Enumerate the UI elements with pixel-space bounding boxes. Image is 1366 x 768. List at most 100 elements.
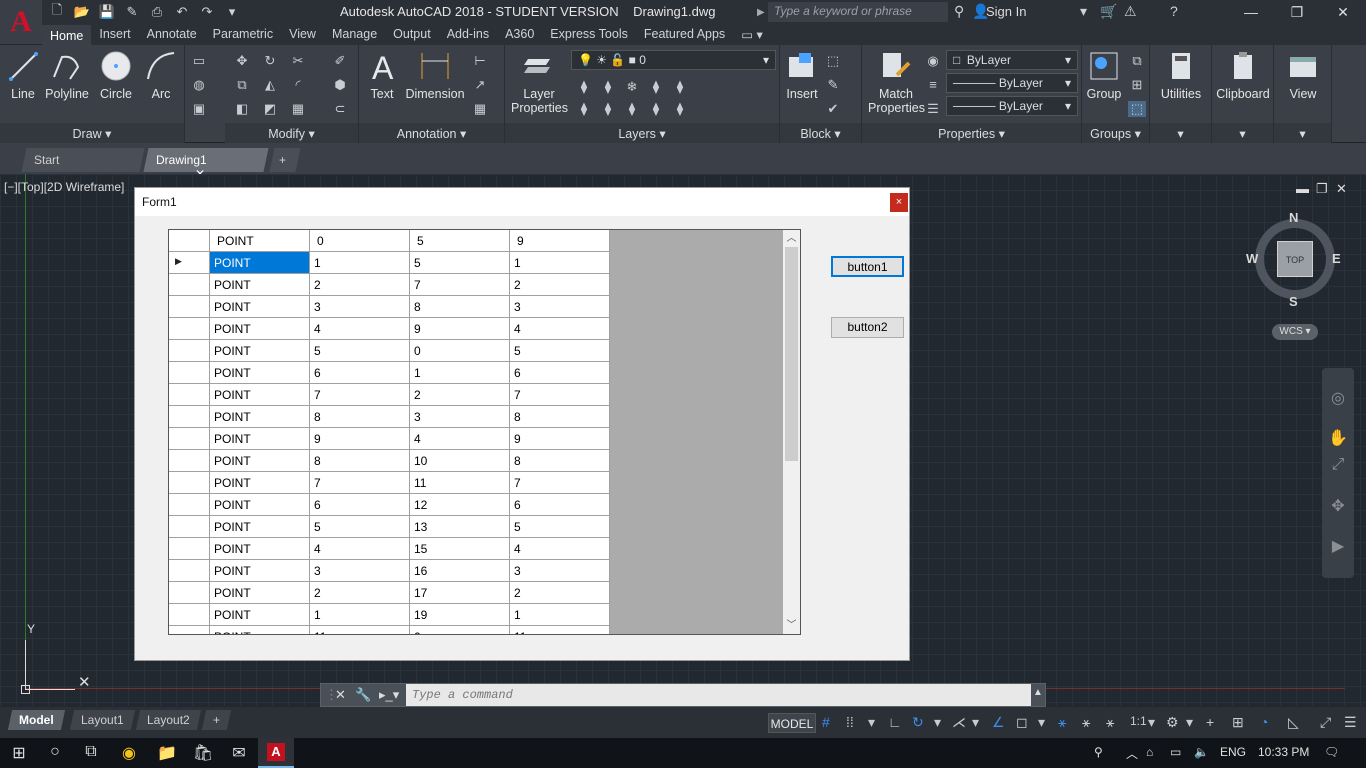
- data-grid[interactable]: POINT 0 5 9 ▶ POINT 1 5 1 POINT 2 7 2 POINT 3 8 3 POI…: [168, 229, 801, 635]
- mail-icon[interactable]: ✉: [228, 743, 250, 763]
- scroll-up-icon[interactable]: ︿: [783, 230, 800, 247]
- line-button[interactable]: Line: [6, 49, 40, 101]
- isodraft-icon[interactable]: ⋌: [952, 714, 966, 731]
- exchange-icon[interactable]: ⚠: [1124, 3, 1137, 20]
- utilities-expand[interactable]: ▾: [1150, 123, 1211, 143]
- grid-cell[interactable]: 1: [310, 252, 410, 274]
- form1-close-button[interactable]: ×: [890, 193, 908, 212]
- row-header[interactable]: [169, 340, 210, 362]
- grid-cell[interactable]: 4: [310, 538, 410, 560]
- grid-cell[interactable]: 3: [410, 406, 510, 428]
- grid-cell[interactable]: 15: [410, 538, 510, 560]
- grid-cell[interactable]: 3: [310, 296, 410, 318]
- binoculars-icon[interactable]: ⚲: [954, 3, 964, 20]
- annotation-panel-title[interactable]: Annotation ▾: [359, 123, 504, 143]
- viewport-restore-icon[interactable]: ❐: [1316, 181, 1328, 197]
- group-edit-icon[interactable]: ⊞: [1128, 77, 1146, 93]
- create-block-icon[interactable]: ⬚: [824, 53, 842, 69]
- grid-cell[interactable]: 2: [510, 582, 610, 604]
- grid-cell[interactable]: 7: [510, 384, 610, 406]
- new-tab-button[interactable]: +: [269, 148, 301, 172]
- rectangle-icon[interactable]: ▭: [190, 53, 208, 69]
- scroll-down-icon[interactable]: ﹀: [783, 617, 800, 634]
- text-button[interactable]: A Text: [367, 49, 397, 101]
- ungroup-icon[interactable]: ⧉: [1128, 53, 1146, 69]
- properties-panel-title[interactable]: Properties ▾: [862, 123, 1081, 143]
- grid-cell[interactable]: 7: [510, 472, 610, 494]
- grid-cell[interactable]: 1: [410, 362, 510, 384]
- row-header[interactable]: [169, 516, 210, 538]
- object-snap-tracking-icon[interactable]: ∠: [992, 714, 1005, 731]
- grid-cell[interactable]: 3: [510, 296, 610, 318]
- grid-cell[interactable]: 1: [510, 252, 610, 274]
- save-icon[interactable]: 💾: [96, 2, 118, 22]
- layers-panel-title[interactable]: Layers ▾: [505, 123, 779, 143]
- grid-cell[interactable]: 11: [410, 472, 510, 494]
- grid-cell[interactable]: 1: [310, 604, 410, 626]
- tab-parametric[interactable]: Parametric: [205, 25, 281, 45]
- groups-panel-title[interactable]: Groups ▾: [1082, 123, 1149, 143]
- match-properties-button[interactable]: Match Properties: [868, 49, 925, 115]
- row-header[interactable]: [169, 428, 210, 450]
- offset-icon[interactable]: ⊂: [331, 101, 349, 117]
- print-icon[interactable]: ⎙: [146, 2, 168, 22]
- grid-cell[interactable]: 6: [310, 494, 410, 516]
- dimension-button[interactable]: Dimension: [405, 49, 465, 101]
- lineweight-dropdown[interactable]: ───── ByLayer ▾: [946, 96, 1078, 116]
- new-layout-button[interactable]: +: [201, 710, 232, 730]
- viewcube[interactable]: TOP N S E W: [1246, 210, 1341, 309]
- undo-icon[interactable]: ↶: [171, 2, 193, 22]
- tab-annotate[interactable]: Annotate: [139, 25, 205, 45]
- row-header[interactable]: [169, 296, 210, 318]
- autocad-taskbar-button[interactable]: A: [258, 738, 294, 768]
- utilities-button[interactable]: Utilities: [1154, 49, 1208, 101]
- tab-a360[interactable]: A360: [497, 25, 542, 45]
- grid-cell[interactable]: 2: [310, 582, 410, 604]
- customize-wrench-icon[interactable]: 🔧: [355, 687, 371, 703]
- grid-cell[interactable]: POINT: [210, 362, 310, 384]
- grid-cell[interactable]: 4: [510, 538, 610, 560]
- grid-cell[interactable]: POINT: [210, 472, 310, 494]
- ortho-icon[interactable]: ∟: [888, 714, 902, 730]
- grid-cell[interactable]: 9: [510, 428, 610, 450]
- grid-cell[interactable]: 16: [410, 560, 510, 582]
- tab-express-tools[interactable]: Express Tools: [542, 25, 636, 45]
- row-header[interactable]: [169, 582, 210, 604]
- row-header[interactable]: [169, 406, 210, 428]
- compass-west[interactable]: W: [1246, 251, 1258, 266]
- people-icon[interactable]: ⚲: [1094, 745, 1103, 759]
- cart-icon[interactable]: 🛒: [1100, 3, 1117, 20]
- scroll-thumb[interactable]: [785, 247, 798, 461]
- grid-cell[interactable]: 8: [510, 450, 610, 472]
- grid-cell[interactable]: 6: [310, 362, 410, 384]
- tab-start[interactable]: Start: [21, 148, 145, 172]
- volume-icon[interactable]: 🔈: [1194, 745, 1209, 759]
- row-header[interactable]: [169, 494, 210, 516]
- clipboard-button[interactable]: Clipboard: [1216, 49, 1270, 101]
- grid-display-icon[interactable]: #: [822, 714, 830, 730]
- grid-cell[interactable]: 2: [410, 384, 510, 406]
- ribbon-options-icon[interactable]: ▭ ▾: [733, 25, 771, 45]
- current-row-indicator[interactable]: ▶: [169, 252, 210, 274]
- layer-lock-icon[interactable]: ⧫: [671, 79, 689, 95]
- grid-cell[interactable]: POINT: [210, 384, 310, 406]
- column-header[interactable]: 5: [410, 230, 510, 252]
- command-input[interactable]: Type a command: [406, 684, 1031, 706]
- table-row[interactable]: POINT 6 12 6: [169, 494, 610, 516]
- table-row[interactable]: POINT 7 11 7: [169, 472, 610, 494]
- action-center-icon[interactable]: 🗨: [1324, 745, 1339, 759]
- viewport-minimize-icon[interactable]: ▬: [1296, 181, 1309, 196]
- units-icon[interactable]: ⊞: [1232, 714, 1244, 731]
- tab-add-ins[interactable]: Add-ins: [439, 25, 497, 45]
- close-button[interactable]: ✕: [1320, 0, 1366, 24]
- clock[interactable]: 10:33 PM: [1258, 745, 1309, 759]
- qat-dropdown-icon[interactable]: ▾: [221, 2, 243, 22]
- grid-cell[interactable]: 3: [310, 560, 410, 582]
- make-current-icon[interactable]: ⧫: [575, 101, 593, 117]
- grid-cell[interactable]: 8: [410, 296, 510, 318]
- move-icon[interactable]: ✥: [233, 53, 251, 69]
- open-file-icon[interactable]: 📂: [71, 2, 93, 22]
- table-icon[interactable]: ▦: [471, 101, 489, 117]
- table-row[interactable]: ▶ POINT 1 5 1: [169, 252, 610, 274]
- showmotion-icon[interactable]: ▶: [1328, 536, 1348, 556]
